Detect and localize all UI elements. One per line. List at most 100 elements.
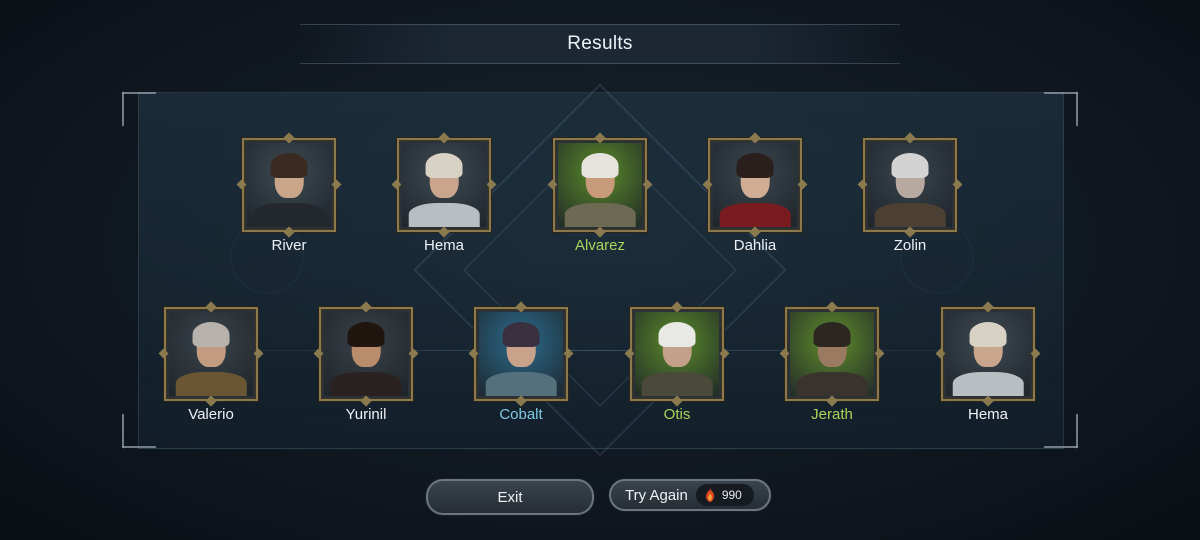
hero-portrait [946,312,1030,396]
portrait-body [175,372,247,396]
portrait-hair [270,153,308,179]
frame-diamond [779,348,790,359]
hero-name: Yurinil [345,406,387,423]
flame-gem-icon [705,488,714,502]
frame-diamond [874,348,885,359]
portrait-body [952,372,1024,396]
page-title: Results [567,33,633,54]
hero-card[interactable]: Dahlia [695,138,815,254]
hero-name: Hema [423,237,464,254]
hero-card[interactable]: Zolin [850,138,970,254]
hero-portrait [324,312,408,396]
frame-diamond [935,348,946,359]
portrait-frame [935,307,1041,401]
exit-button-label: Exit [497,488,523,506]
frame-diamond [253,348,264,359]
portrait-hair [658,322,696,348]
hero-name: Jerath [811,406,853,423]
portrait-hair [969,322,1007,348]
frame-diamond [236,179,247,190]
portrait-body [330,372,402,396]
hero-name: Hema [967,406,1008,423]
portrait-frame [468,307,574,401]
hero-name: Valerio [188,406,234,423]
hero-portrait [790,312,874,396]
frame-diamond [642,179,653,190]
try-again-cost: 990 [721,488,742,502]
hero-card[interactable]: Cobalt [461,307,581,423]
frame-diamond [1030,348,1041,359]
portrait-hair [192,322,230,348]
frame-diamond [158,348,169,359]
portrait-body [719,203,791,227]
cost-pill: 990 [695,484,754,506]
hero-name: Dahlia [733,237,777,254]
portrait-body [874,203,946,227]
hero-card[interactable]: Hema [384,138,504,254]
portrait-frame [313,307,419,401]
portrait-hair [581,153,619,179]
portrait-frame [624,307,730,401]
corner-ornament-top-left [122,92,158,128]
hero-card[interactable]: Yurinil [306,307,426,423]
portrait-body [408,203,480,227]
frame-diamond [313,348,324,359]
hero-card[interactable]: Jerath [772,307,892,423]
frame-diamond [719,348,730,359]
hero-portrait [868,143,952,227]
hero-name: Zolin [893,237,927,254]
hero-portrait [558,143,642,227]
portrait-hair [347,322,385,348]
corner-ornament-top-right [1042,92,1078,128]
frame-diamond [857,179,868,190]
hero-portrait [713,143,797,227]
hero-portrait [247,143,331,227]
portrait-frame [547,138,653,232]
portrait-frame [158,307,264,401]
try-again-label: Try Again [625,486,688,504]
frame-diamond [624,348,635,359]
portrait-body [485,372,557,396]
exit-button[interactable]: Exit [426,479,594,515]
portrait-frame [702,138,808,232]
portrait-body [641,372,713,396]
portrait-body [253,203,325,227]
portrait-body [796,372,868,396]
frame-diamond [563,348,574,359]
title-bar: Results [300,24,900,64]
hero-card[interactable]: Hema [928,307,1048,423]
hero-portrait [169,312,253,396]
hero-portrait [635,312,719,396]
frame-diamond [391,179,402,190]
frame-diamond [468,348,479,359]
hero-card[interactable]: Valerio [151,307,271,423]
hero-name: Otis [663,406,691,423]
hero-card[interactable]: Otis [617,307,737,423]
hero-portrait [402,143,486,227]
portrait-frame [779,307,885,401]
portrait-frame [857,138,963,232]
portrait-hair [813,322,851,348]
hero-name: Alvarez [574,237,626,254]
portrait-hair [891,153,929,179]
hero-name: Cobalt [499,406,543,423]
frame-diamond [486,179,497,190]
hero-card[interactable]: Alvarez [540,138,660,254]
hero-card[interactable]: River [229,138,349,254]
portrait-frame [391,138,497,232]
hero-name: River [271,237,307,254]
hero-portrait [479,312,563,396]
frame-diamond [331,179,342,190]
portrait-hair [736,153,774,179]
frame-diamond [797,179,808,190]
portrait-hair [502,322,540,348]
frame-diamond [547,179,558,190]
portrait-frame [236,138,342,232]
frame-diamond [952,179,963,190]
divider-line [150,350,1050,351]
frame-diamond [702,179,713,190]
portrait-hair [425,153,463,179]
portrait-body [564,203,636,227]
frame-diamond [408,348,419,359]
try-again-button[interactable]: Try Again 990 [609,479,771,511]
